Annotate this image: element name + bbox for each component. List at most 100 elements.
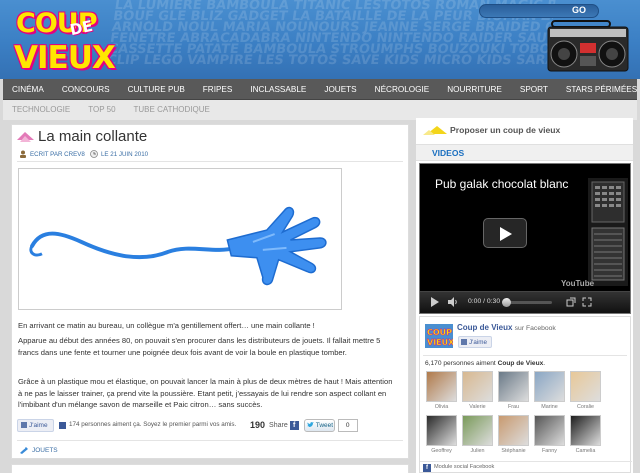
on-facebook-label: sur Facebook xyxy=(514,325,556,332)
video-boombox-decoration xyxy=(588,178,628,286)
site-logo[interactable]: COUP DE VIEUX xyxy=(12,6,116,76)
fan-avatar[interactable] xyxy=(570,371,601,402)
video-progress-bar[interactable] xyxy=(504,301,552,304)
fan-name[interactable]: Valerie xyxy=(462,404,493,410)
fan-name[interactable]: Marine xyxy=(534,404,565,410)
propose-label: Proposer un coup de vieux xyxy=(450,125,561,135)
facebook-icon: f xyxy=(423,464,431,472)
popout-icon[interactable] xyxy=(566,297,576,307)
facebook-page-like-label: J'aime xyxy=(469,338,487,346)
volume-icon[interactable] xyxy=(448,297,458,307)
author-link[interactable]: CREV8 xyxy=(64,151,85,158)
fan-avatar[interactable] xyxy=(426,415,457,446)
propose-coup-de-vieux[interactable]: Proposer un coup de vieux xyxy=(423,125,560,135)
fan-avatar[interactable] xyxy=(534,415,565,446)
secondary-nav: TECHNOLOGIE TOP 50 TUBE CATHODIQUE xyxy=(3,100,637,120)
fan-name[interactable]: Camelia xyxy=(570,448,601,454)
category-link[interactable]: JOUETS xyxy=(32,447,58,454)
facebook-fan[interactable]: Stéphanie xyxy=(498,415,529,454)
yellow-arrow-icon xyxy=(423,126,447,135)
fan-name[interactable]: Geoffrey xyxy=(426,448,457,454)
nav-item-jouets[interactable]: JOUETS xyxy=(315,79,365,99)
facebook-fan[interactable]: Frau xyxy=(498,371,529,410)
divider xyxy=(17,440,403,441)
video-play-button[interactable] xyxy=(483,218,527,248)
module-label[interactable]: Module social Facebook xyxy=(434,464,494,470)
video-title[interactable]: Pub galak chocolat blanc xyxy=(435,177,568,191)
nav-item-nourriture[interactable]: NOURRITURE xyxy=(438,79,511,99)
fans-count-text: 6,170 personnes aiment xyxy=(425,360,496,367)
article-title[interactable]: La main collante xyxy=(38,128,147,145)
fan-name[interactable]: Julien xyxy=(462,448,493,454)
nav-item-inclassable[interactable]: INCLASSABLE xyxy=(241,79,315,99)
facebook-share-button[interactable]: Share f xyxy=(269,420,299,430)
play-icon[interactable] xyxy=(431,297,439,307)
article-date: LE 21 JUIN 2010 xyxy=(100,150,149,158)
facebook-fan[interactable]: Olivia xyxy=(426,371,457,410)
tweet-count: 0 xyxy=(337,418,358,432)
facebook-like-label: J'aime xyxy=(29,421,48,429)
facebook-fan[interactable]: Coralie xyxy=(570,371,601,410)
facebook-fan[interactable]: Julien xyxy=(462,415,493,454)
fan-avatar[interactable] xyxy=(462,415,493,446)
nav-item-stars-perimees[interactable]: STARS PÉRIMÉES xyxy=(557,79,640,99)
article-paragraph: En arrivant ce matin au bureau, un collè… xyxy=(18,321,315,330)
video-time: 0:00 / 0:30 xyxy=(468,298,501,305)
fan-avatar[interactable] xyxy=(534,371,565,402)
author-icon xyxy=(20,150,26,158)
svg-text:VIEUX: VIEUX xyxy=(427,338,453,347)
nav-item-top-50[interactable]: TOP 50 xyxy=(79,100,124,120)
facebook-page-like-button[interactable]: J'aime xyxy=(458,336,492,348)
facebook-fan[interactable]: Valerie xyxy=(462,371,493,410)
youtube-logo[interactable]: YouTube xyxy=(561,279,594,288)
facebook-fan[interactable]: Camelia xyxy=(570,415,601,454)
video-player[interactable]: Pub galak chocolat blanc YouTube 0:00 / … xyxy=(419,163,631,314)
fan-name[interactable]: Coralie xyxy=(570,404,601,410)
boombox-icon xyxy=(547,20,629,72)
article-title-row: La main collante xyxy=(17,128,147,145)
nav-item-concours[interactable]: CONCOURS xyxy=(53,79,119,99)
author-prefix: ECRIT PAR xyxy=(30,150,63,158)
nav-item-cinema[interactable]: CINÉMA xyxy=(3,79,53,99)
facebook-like-count: 174 personnes aiment ça. Soyez le premie… xyxy=(69,421,237,428)
tweet-label: Tweet xyxy=(315,421,334,429)
tag-icon xyxy=(20,447,28,454)
fan-avatar[interactable] xyxy=(426,371,457,402)
coup-de-vieux-page-logo[interactable]: COUP VIEUX xyxy=(425,324,453,348)
search-go-button[interactable]: GO xyxy=(572,5,586,15)
facebook-fan[interactable]: Marine xyxy=(534,371,565,410)
article-meta: ECRIT PAR CREV8 LE 21 JUIN 2010 xyxy=(19,150,148,158)
site-header: LA LUMIERE BAMBOULA TITANIC LESTOTOS ROM… xyxy=(0,0,640,79)
video-progress-knob[interactable] xyxy=(502,298,511,307)
tweet-button[interactable]: Tweet xyxy=(303,418,335,432)
fans-page-name: Coup de Vieux xyxy=(497,360,544,367)
fan-name[interactable]: Frau xyxy=(498,404,529,410)
fan-avatar[interactable] xyxy=(570,415,601,446)
sidebar: Proposer un coup de vieux VIDEOS Pub gal… xyxy=(416,118,633,473)
nav-item-tube-cathodique[interactable]: TUBE CATHODIQUE xyxy=(125,100,219,120)
fan-avatar[interactable] xyxy=(498,415,529,446)
primary-nav: CINÉMA CONCOURS CULTURE PUB FRIPES INCLA… xyxy=(3,79,637,100)
divider xyxy=(423,355,627,356)
fan-avatar[interactable] xyxy=(498,371,529,402)
article-paragraph: Grâce à un plastique mou et élastique, o… xyxy=(18,377,393,409)
nav-item-sport[interactable]: SPORT xyxy=(511,79,557,99)
fan-name[interactable]: Fanny xyxy=(534,448,565,454)
facebook-page-name[interactable]: Coup de Vieux sur Facebook xyxy=(457,323,556,332)
facebook-f-icon xyxy=(59,421,66,429)
nav-item-fripes[interactable]: FRIPES xyxy=(194,79,242,99)
nav-item-culture-pub[interactable]: CULTURE PUB xyxy=(119,79,194,99)
nav-item-necrologie[interactable]: NÉCROLOGIE xyxy=(366,79,439,99)
fan-name[interactable]: Stéphanie xyxy=(498,448,529,454)
fan-avatar[interactable] xyxy=(462,371,493,402)
video-controls: 0:00 / 0:30 xyxy=(420,291,630,313)
facebook-fans-count: 6,170 personnes aiment Coup de Vieux. xyxy=(425,360,545,367)
fan-name[interactable]: Olivia xyxy=(426,404,457,410)
nav-item-technologie[interactable]: TECHNOLOGIE xyxy=(3,100,79,120)
facebook-fan[interactable]: Fanny xyxy=(534,415,565,454)
facebook-page-title[interactable]: Coup de Vieux xyxy=(457,323,512,332)
facebook-fan[interactable]: Geoffrey xyxy=(426,415,457,454)
facebook-like-button[interactable]: J'aime xyxy=(17,418,54,432)
article-category: JOUETS xyxy=(19,446,58,454)
fullscreen-icon[interactable] xyxy=(582,297,592,307)
